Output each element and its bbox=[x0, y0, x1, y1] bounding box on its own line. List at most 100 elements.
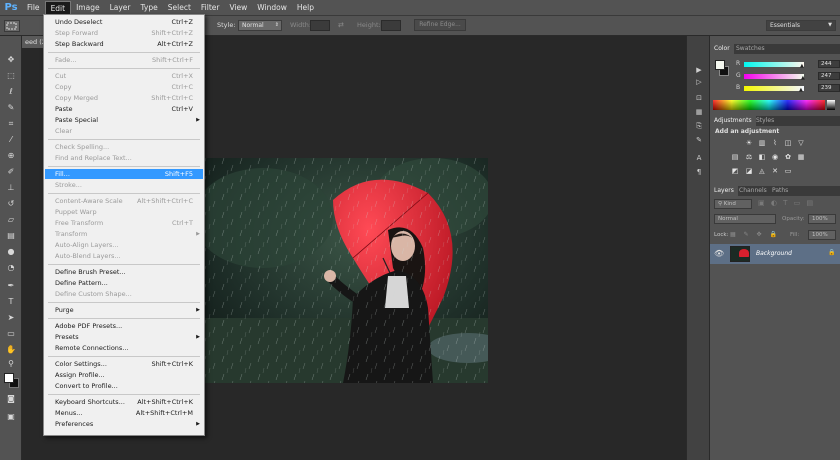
menu-item-cut[interactable]: Cut Ctrl+X bbox=[45, 71, 203, 81]
move-tool-icon[interactable]: ✥ bbox=[4, 54, 18, 66]
brush-panel-icon[interactable]: ✎ bbox=[693, 136, 705, 146]
actions-panel-icon[interactable]: ▷ bbox=[693, 78, 705, 88]
menu-help[interactable]: Help bbox=[292, 1, 319, 15]
pen-tool-icon[interactable]: ✒ bbox=[4, 280, 18, 292]
gradient-map-icon[interactable]: ▭ bbox=[783, 167, 793, 176]
tool-preset-picker[interactable] bbox=[4, 20, 20, 32]
style-select[interactable]: Normal ⇕ bbox=[238, 20, 282, 31]
visibility-eye-icon[interactable]: 👁 bbox=[714, 249, 724, 258]
menu-window[interactable]: Window bbox=[252, 1, 292, 15]
menu-item-define-brush-preset[interactable]: Define Brush Preset... bbox=[45, 267, 203, 277]
selective-color-icon[interactable]: ✕ bbox=[770, 167, 780, 176]
menu-item-keyboard-shortcuts[interactable]: Keyboard Shortcuts... Alt+Shift+Ctrl+K bbox=[45, 397, 203, 407]
tab-styles[interactable]: Styles bbox=[752, 116, 778, 126]
brush-tool-icon[interactable]: ✐ bbox=[4, 166, 18, 178]
menu-item-define-pattern[interactable]: Define Pattern... bbox=[45, 278, 203, 288]
workspace-select[interactable]: Essentials ▼ bbox=[766, 20, 836, 31]
menu-layer[interactable]: Layer bbox=[105, 1, 136, 15]
clone-stamp-tool-icon[interactable]: ⊥ bbox=[4, 182, 18, 194]
history-brush-tool-icon[interactable]: ↺ bbox=[4, 198, 18, 210]
color-balance-icon[interactable]: ⚖ bbox=[744, 153, 754, 162]
color-panel-foreground[interactable] bbox=[715, 60, 725, 70]
menu-item-paste[interactable]: Paste Ctrl+V bbox=[45, 104, 203, 114]
green-slider[interactable] bbox=[744, 74, 804, 79]
menu-item-transform[interactable]: Transform ▶ bbox=[45, 229, 203, 239]
tool-presets-icon[interactable]: ⎘ bbox=[693, 122, 705, 132]
menu-item-assign-profile[interactable]: Assign Profile... bbox=[45, 370, 203, 380]
photo-filter-icon[interactable]: ◉ bbox=[770, 153, 780, 162]
menu-item-adobe-pdf-presets[interactable]: Adobe PDF Presets... bbox=[45, 321, 203, 331]
screen-mode-icon[interactable]: ▣ bbox=[4, 411, 18, 423]
blend-mode-select[interactable]: Normal bbox=[714, 214, 776, 224]
menu-item-undo-deselect[interactable]: Undo Deselect Ctrl+Z bbox=[45, 17, 203, 27]
menu-item-auto-blend-layers[interactable]: Auto-Blend Layers... bbox=[45, 251, 203, 261]
color-lookup-icon[interactable]: ▦ bbox=[796, 153, 806, 162]
layer-kind-filter[interactable]: ⚲ Kind bbox=[714, 199, 752, 209]
shape-tool-icon[interactable]: ▭ bbox=[4, 328, 18, 340]
menu-item-auto-align-layers[interactable]: Auto-Align Layers... bbox=[45, 240, 203, 250]
slider-thumb-icon[interactable]: ▲ bbox=[799, 87, 803, 93]
menu-item-copy[interactable]: Copy Ctrl+C bbox=[45, 82, 203, 92]
menu-item-content-aware-scale[interactable]: Content-Aware Scale Alt+Shift+Ctrl+C bbox=[45, 196, 203, 206]
crop-tool-icon[interactable]: ⌗ bbox=[4, 118, 18, 130]
green-value[interactable]: 247 bbox=[818, 72, 840, 80]
character-panel-icon[interactable]: A bbox=[693, 154, 705, 164]
history-panel-icon[interactable]: ▶ bbox=[693, 66, 705, 76]
refine-edge-button[interactable]: Refine Edge... bbox=[414, 19, 466, 31]
menu-item-find-and-replace-text[interactable]: Find and Replace Text... bbox=[45, 153, 203, 163]
menu-item-free-transform[interactable]: Free Transform Ctrl+T bbox=[45, 218, 203, 228]
quick-mask-icon[interactable]: ◙ bbox=[4, 393, 18, 405]
type-tool-icon[interactable]: T bbox=[4, 296, 18, 308]
menu-item-copy-merged[interactable]: Copy Merged Shift+Ctrl+C bbox=[45, 93, 203, 103]
menu-item-check-spelling[interactable]: Check Spelling... bbox=[45, 142, 203, 152]
quick-select-tool-icon[interactable]: ✎ bbox=[4, 102, 18, 114]
menu-item-fade[interactable]: Fade... Shift+Ctrl+F bbox=[45, 55, 203, 65]
menu-item-fill[interactable]: Fill... Shift+F5 bbox=[45, 169, 203, 179]
menu-item-color-settings[interactable]: Color Settings... Shift+Ctrl+K bbox=[45, 359, 203, 369]
threshold-icon[interactable]: ◬ bbox=[757, 167, 767, 176]
exposure-icon[interactable]: ◫ bbox=[783, 139, 793, 148]
menu-item-puppet-warp[interactable]: Puppet Warp bbox=[45, 207, 203, 217]
width-input[interactable] bbox=[310, 20, 330, 31]
foreground-color-swatch[interactable] bbox=[4, 373, 14, 383]
properties-panel-icon[interactable]: ▦ bbox=[693, 108, 705, 118]
tab-layers[interactable]: Layers bbox=[710, 186, 738, 196]
menu-image[interactable]: Image bbox=[71, 1, 105, 15]
blue-slider[interactable] bbox=[744, 86, 804, 91]
height-input[interactable] bbox=[381, 20, 401, 31]
invert-icon[interactable]: ◩ bbox=[730, 167, 740, 176]
vibrance-icon[interactable]: ▽ bbox=[796, 139, 806, 148]
brightness-contrast-icon[interactable]: ☀ bbox=[744, 139, 754, 148]
menu-item-clear[interactable]: Clear bbox=[45, 126, 203, 136]
menu-item-convert-to-profile[interactable]: Convert to Profile... bbox=[45, 381, 203, 391]
lock-icons[interactable]: ▦ ✎ ✥ 🔒 bbox=[730, 231, 780, 238]
eraser-tool-icon[interactable]: ▱ bbox=[4, 214, 18, 226]
layer-name[interactable]: Background bbox=[756, 250, 792, 257]
menu-view[interactable]: View bbox=[224, 1, 252, 15]
tab-adjustments[interactable]: Adjustments bbox=[710, 116, 756, 126]
info-panel-icon[interactable]: ⊡ bbox=[693, 94, 705, 104]
dodge-tool-icon[interactable]: ◔ bbox=[4, 262, 18, 274]
red-value[interactable]: 244 bbox=[818, 60, 840, 68]
lasso-tool-icon[interactable]: ℓ bbox=[4, 86, 18, 98]
menu-file[interactable]: File bbox=[22, 1, 45, 15]
menu-item-menus[interactable]: Menus... Alt+Shift+Ctrl+M bbox=[45, 408, 203, 418]
menu-item-step-forward[interactable]: Step Forward Shift+Ctrl+Z bbox=[45, 28, 203, 38]
posterize-icon[interactable]: ◪ bbox=[744, 167, 754, 176]
menu-item-stroke[interactable]: Stroke... bbox=[45, 180, 203, 190]
grayscale-ramp[interactable] bbox=[827, 100, 835, 110]
curves-icon[interactable]: ⌇ bbox=[770, 139, 780, 148]
menu-item-presets[interactable]: Presets ▶ bbox=[45, 332, 203, 342]
blue-value[interactable]: 239 bbox=[818, 84, 840, 92]
slider-thumb-icon[interactable]: ▲ bbox=[801, 75, 805, 81]
channel-mixer-icon[interactable]: ✿ bbox=[783, 153, 793, 162]
gradient-tool-icon[interactable]: ▤ bbox=[4, 230, 18, 242]
menu-item-purge[interactable]: Purge ▶ bbox=[45, 305, 203, 315]
menu-item-preferences[interactable]: Preferences ▶ bbox=[45, 419, 203, 429]
menu-select[interactable]: Select bbox=[163, 1, 196, 15]
zoom-tool-icon[interactable]: ⚲ bbox=[4, 358, 18, 370]
tab-color[interactable]: Color bbox=[710, 44, 734, 54]
opacity-input[interactable]: 100% bbox=[808, 214, 836, 224]
hand-tool-icon[interactable]: ✋ bbox=[4, 344, 18, 356]
tab-swatches[interactable]: Swatches bbox=[732, 44, 769, 54]
